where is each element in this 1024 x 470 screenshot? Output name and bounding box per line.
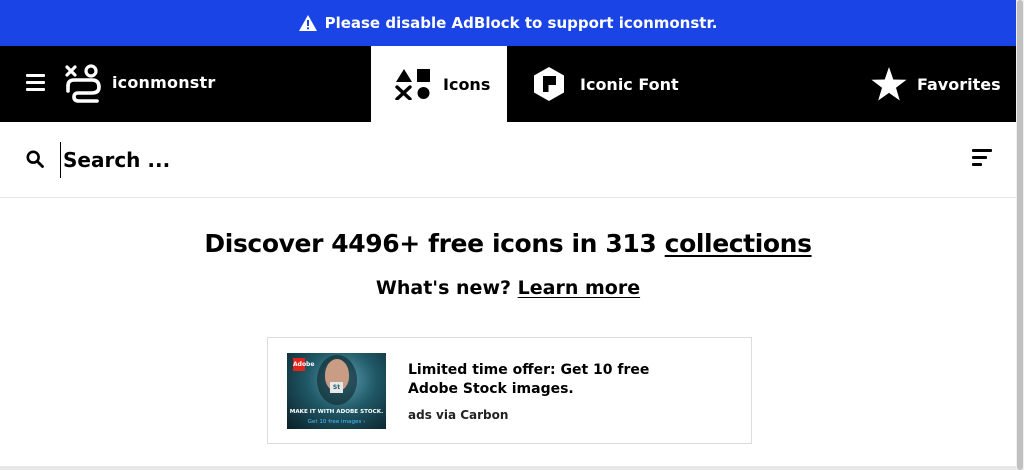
logo-text[interactable]: iconmonstr [112, 73, 215, 92]
tab-icons-label: Icons [443, 74, 491, 94]
headline-text: Discover 4496+ free icons in 313 [204, 229, 665, 258]
ad-image[interactable]: Adobe St MAKE IT WITH ADOBE STOCK. Get 1… [287, 353, 386, 429]
scrollbar[interactable] [1016, 0, 1024, 470]
tab-icons[interactable]: Icons [371, 46, 507, 122]
star-icon [871, 67, 907, 101]
tab-favorites-label: Favorites [917, 74, 1001, 94]
adobe-logo-icon: Adobe [293, 358, 314, 371]
carbon-ad: Adobe St MAKE IT WITH ADOBE STOCK. Get 1… [267, 337, 752, 444]
learn-more-link[interactable]: Learn more [518, 277, 640, 299]
iconmonstr-logo-icon[interactable] [64, 64, 102, 104]
shapes-icon [395, 69, 430, 100]
search-bar [0, 122, 1016, 198]
tab-iconic-font-label: Iconic Font [580, 74, 679, 94]
top-navigation: iconmonstr Icons Iconic Font Favorites [0, 46, 1016, 122]
collections-link[interactable]: collections [665, 229, 812, 258]
ads-via-carbon-link[interactable]: ads via Carbon [408, 408, 508, 422]
tab-iconic-font[interactable]: Iconic Font [532, 46, 679, 122]
ad-image-caption: MAKE IT WITH ADOBE STOCK. [289, 409, 384, 415]
page-headline: Discover 4496+ free icons in 313 collect… [0, 229, 1016, 258]
warning-icon [298, 15, 317, 31]
filter-icon[interactable] [972, 149, 992, 170]
iconic-font-icon [534, 67, 564, 101]
ad-offer-link[interactable]: Limited time offer: Get 10 free Adobe St… [408, 361, 658, 399]
search-input[interactable] [60, 142, 920, 178]
adobe-stock-badge: St [330, 382, 343, 393]
tab-favorites[interactable]: Favorites [871, 46, 1001, 122]
hamburger-icon[interactable] [26, 74, 45, 92]
whats-new-text: What's new? [375, 277, 518, 299]
search-icon[interactable] [26, 150, 44, 168]
whats-new: What's new? Learn more [0, 277, 1016, 299]
page-edge [0, 466, 1016, 470]
scrollbar-thumb[interactable] [1017, 0, 1023, 470]
adblock-banner: Please disable AdBlock to support iconmo… [0, 0, 1016, 46]
ad-image-subcaption: Get 10 free images › [307, 419, 366, 425]
banner-text: Please disable AdBlock to support iconmo… [324, 14, 718, 32]
